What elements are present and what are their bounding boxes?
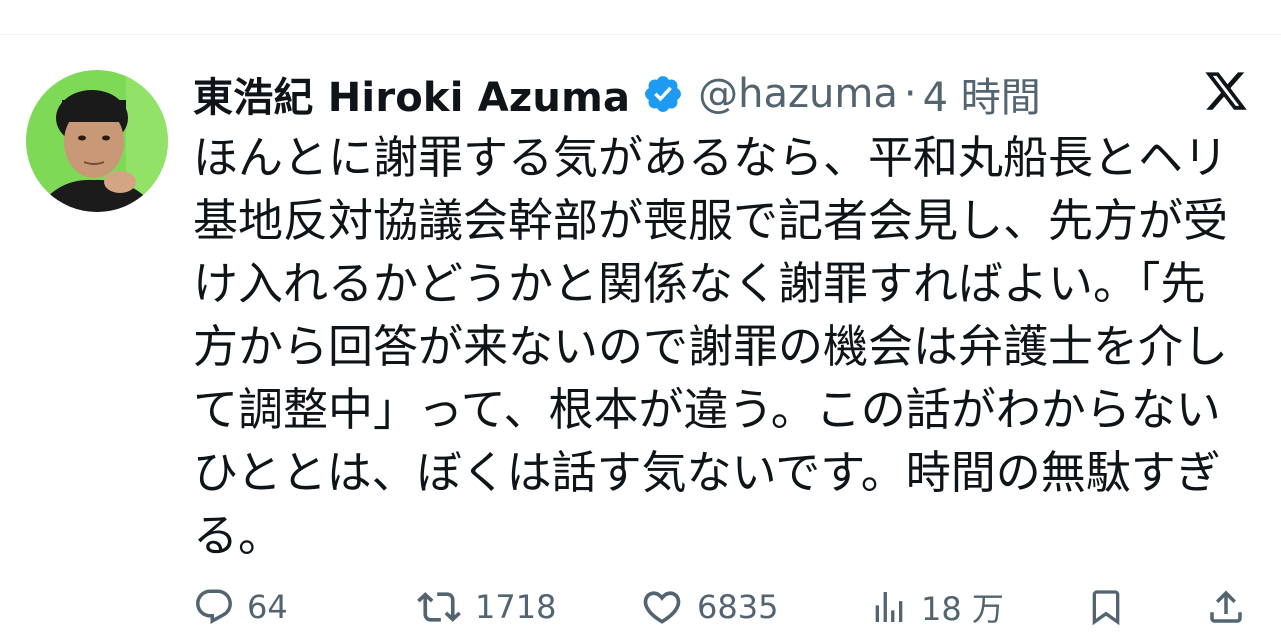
top-divider (0, 34, 1281, 35)
bookmark-icon (1086, 585, 1126, 629)
tweet-text-line: 基地反対協議会幹部が喪服で記者会見し、先方が受 (193, 194, 1229, 247)
like-count: 6835 (697, 588, 779, 626)
reply-button[interactable]: 64 (193, 582, 288, 632)
share-button[interactable] (1205, 582, 1247, 632)
avatar[interactable] (26, 70, 168, 212)
separator-dot: · (903, 71, 917, 117)
retweet-count: 1718 (475, 588, 557, 626)
retweet-button[interactable]: 1718 (415, 582, 556, 632)
timestamp[interactable]: 4 時間 (923, 65, 1041, 123)
display-name[interactable]: 東浩紀 Hiroki Azuma (193, 65, 630, 123)
handle[interactable]: @hazuma (698, 71, 898, 117)
heart-icon (639, 585, 685, 629)
like-button[interactable]: 6835 (639, 582, 778, 632)
bookmark-button[interactable] (1086, 582, 1126, 632)
tweet-text-line: け入れるかどうかと関係なく謝罪すればよい。「先 (193, 257, 1206, 310)
x-logo-icon (1202, 68, 1250, 114)
share-icon (1205, 585, 1247, 629)
tweet-text-line: ひととは、ぼくは話す気ないです。時間の無駄すぎ (193, 446, 1221, 499)
tweet-text-line: る。 (193, 509, 284, 562)
verified-badge-icon (642, 73, 684, 115)
reply-count: 64 (247, 588, 288, 626)
tweet-text-line: ほんとに謝罪する気があるなら、平和丸船長とヘリ (193, 131, 1229, 184)
retweet-icon (415, 585, 463, 629)
views-button[interactable]: 18 万 (869, 582, 1004, 632)
tweet-header: 東浩紀 Hiroki Azuma @hazuma · 4 時間 (193, 64, 1041, 124)
tweet-text-line: 方から回答が来ないので謝罪の機会は弁護士を介し (193, 320, 1229, 373)
tweet-text: ほんとに謝罪する気があるなら、平和丸船長とヘリ 基地反対協議会幹部が喪服で記者会… (193, 126, 1233, 567)
views-count: 18 万 (921, 590, 1004, 628)
tweet-text-line: て調整中」って、根本が違う。この話がわからない (193, 383, 1221, 436)
bar-chart-icon (869, 586, 909, 628)
reply-icon (193, 586, 235, 628)
action-bar: 64 1718 6835 18 万 (193, 582, 1253, 632)
